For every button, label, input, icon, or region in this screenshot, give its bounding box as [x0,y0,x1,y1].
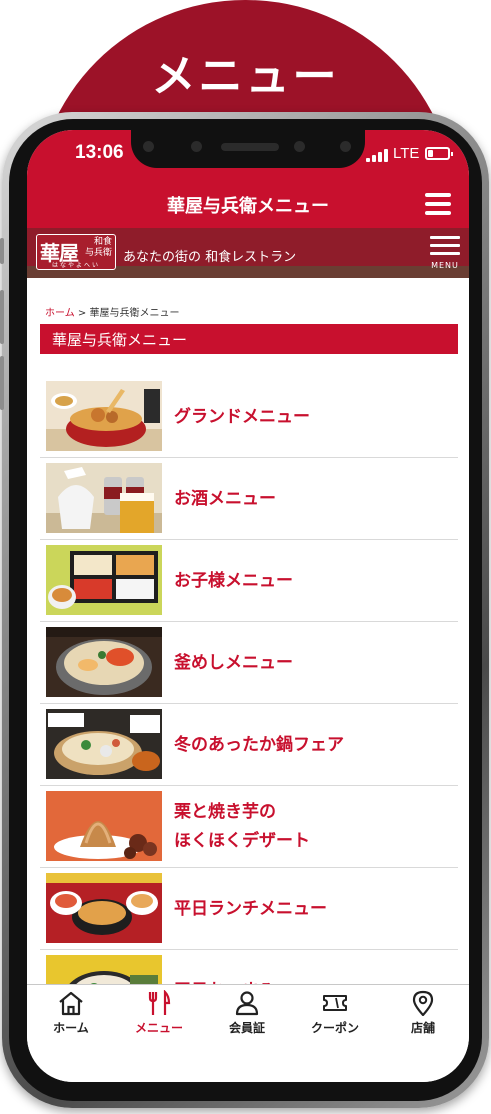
menu-item-weekday-snacks[interactable]: 平日おつまみ [40,950,458,984]
menu-item-dessert[interactable]: 栗と焼き芋の ほくほくデザート [40,786,458,868]
signal-icon [366,148,388,162]
menu-item-kids[interactable]: お子様メニュー [40,540,458,622]
menu-item-label: お酒メニュー [174,488,276,509]
page-content: ホーム > 華屋与兵衛メニュー 華屋与兵衛メニュー グランドメニュー お酒メニュ… [27,290,469,984]
menu-item-label: グランドメニュー [174,406,310,427]
menu-item-nabe[interactable]: 冬のあったか鍋フェア [40,704,458,786]
location-pin-icon [412,990,434,1016]
menu-thumbnail-grand [46,381,162,451]
notch-sensor-dot [143,141,154,152]
nav-coupon[interactable]: クーポン [291,985,379,1045]
notch-sensor-dot [191,141,202,152]
brand-bar: 華屋 和食 与兵衛 はなやよへい あなたの街の 和食レストラン MENU [27,228,469,278]
menu-item-grand[interactable]: グランドメニュー [40,376,458,458]
battery-icon [425,147,453,160]
fork-knife-icon [148,990,171,1015]
phone-mute-switch [0,238,4,264]
menu-item-weekday-lunch[interactable]: 平日ランチメニュー [40,868,458,950]
menu-item-kamameshi[interactable]: 釜めしメニュー [40,622,458,704]
menu-thumbnail-kamameshi [46,627,162,697]
menu-item-drinks[interactable]: お酒メニュー [40,458,458,540]
menu-item-label-line2: ほくほくデザート [174,831,310,851]
menu-item-label: 冬のあったか鍋フェア [174,734,344,755]
menu-thumbnail-weekday-snacks [46,955,162,984]
menu-item-label: 釜めしメニュー [174,652,293,673]
menu-thumbnail-nabe [46,709,162,779]
nav-label: 店舗 [410,1021,435,1035]
nav-stores[interactable]: 店舗 [379,985,467,1045]
menu-item-label: 栗と焼き芋の ほくほくデザート [174,786,310,868]
logo-sub-text: 和食 与兵衛 [84,237,112,258]
status-time: 13:06 [75,142,124,163]
menu-thumbnail-kids [46,545,162,615]
brand-tagline: あなたの街の 和食レストラン [123,250,297,265]
notch-camera-dot [340,141,351,152]
menu-item-label: 平日おつまみ [174,950,276,985]
logo-kana-text: はなやよへい [51,262,100,269]
notch-speaker [221,143,279,151]
menu-category-list: グランドメニュー お酒メニュー お子様メニュー 釜めしメニュー 冬のあったか鍋フ… [40,376,458,984]
ticket-icon [323,995,347,1011]
nav-label: メニュー [134,1021,183,1035]
nav-home[interactable]: ホーム [27,985,115,1045]
site-menu-label: MENU [431,261,459,270]
app-header: 華屋与兵衛メニュー [27,180,469,228]
nav-label: 会員証 [228,1021,265,1035]
bottom-navigation: ホーム メニュー 会員証 クーポン 店舗 [27,984,469,1082]
breadcrumb-separator: > [74,308,90,319]
menu-thumbnail-weekday-lunch [46,873,162,943]
app-title: 華屋与兵衛メニュー [167,196,329,217]
menu-item-label: 平日ランチメニュー [174,898,327,919]
brand-logo[interactable]: 華屋 和食 与兵衛 はなやよへい [36,234,116,270]
menu-item-label-line1: 栗と焼き芋の [174,802,276,822]
phone-volume-down [0,356,4,410]
menu-thumbnail-dessert [46,791,162,861]
nav-menu[interactable]: メニュー [115,985,203,1045]
nav-label: クーポン [310,1021,359,1035]
phone-volume-up [0,290,4,344]
section-title: 華屋与兵衛メニュー [40,324,458,354]
person-icon [235,991,259,1016]
status-bar: 13:06 LTE [27,130,469,180]
banner-title: メニュー [151,51,340,102]
nav-member-card[interactable]: 会員証 [203,985,291,1045]
breadcrumb-home-link[interactable]: ホーム [45,308,75,319]
phone-screen: 13:06 LTE 華屋与兵衛メニュー 華屋 和食 与兵衛 はなやよへい あなた… [27,130,469,1082]
hamburger-menu-icon[interactable] [425,193,451,215]
menu-thumbnail-drinks [46,463,162,533]
network-label: LTE [393,145,420,162]
home-icon [59,991,83,1016]
camera-notch [131,130,365,168]
site-menu-button[interactable]: MENU [427,234,463,270]
breadcrumb-current: 華屋与兵衛メニュー [89,308,180,319]
breadcrumb: ホーム > 華屋与兵衛メニュー [45,304,179,319]
notch-sensor-dot [294,141,305,152]
nav-label: ホーム [53,1021,89,1035]
menu-item-label: お子様メニュー [174,570,293,591]
